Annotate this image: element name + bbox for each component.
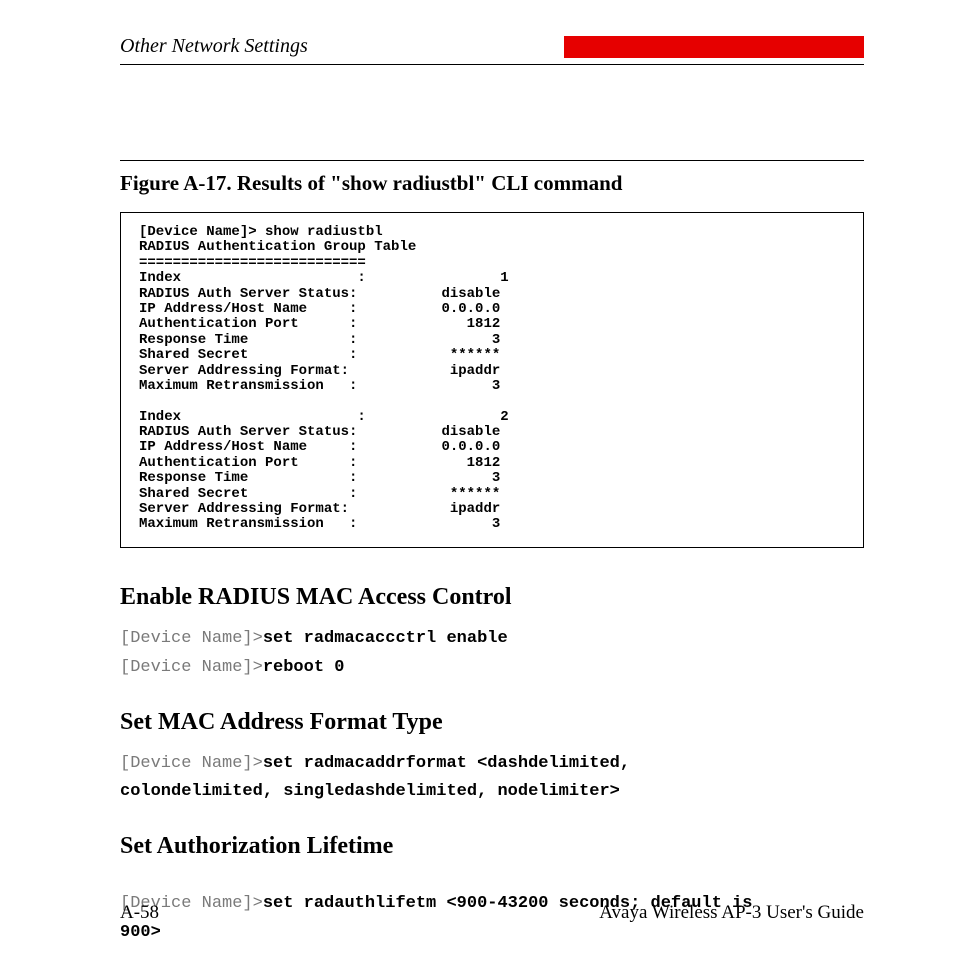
cli-prompt: [Device Name]> [120,754,263,773]
section-heading-auth-lifetime: Set Authorization Lifetime [120,833,864,860]
page-header: Other Network Settings [120,35,864,58]
cli-prompt: [Device Name]> [120,658,263,677]
cli-output-box: [Device Name]> show radiustbl RADIUS Aut… [120,212,864,548]
page-number: A-58 [120,902,159,924]
cli-command-cont: colondelimited, singledashdelimited, nod… [120,782,620,801]
cli-command: set radmacaccctrl enable [263,629,508,648]
cli-example-block: [Device Name]>set radmacaddrformat <dash… [120,750,864,808]
figure-caption: Figure A-17. Results of "show radiustbl"… [120,171,864,196]
section-heading-mac-format: Set MAC Address Format Type [120,709,864,736]
cli-command: set radmacaddrformat <dashdelimited, [263,754,630,773]
section-heading-radius-mac: Enable RADIUS MAC Access Control [120,584,864,611]
header-accent-bar [564,36,864,58]
doc-title-footer: Avaya Wireless AP-3 User's Guide [599,902,864,924]
cli-example-block: [Device Name]>set radmacaccctrl enable [… [120,625,864,683]
page: Other Network Settings Figure A-17. Resu… [0,0,954,948]
cli-command: reboot 0 [263,658,345,677]
page-footer: A-58 Avaya Wireless AP-3 User's Guide [120,902,864,924]
running-head: Other Network Settings [120,35,308,58]
figure-divider [120,160,864,161]
cli-prompt: [Device Name]> [120,629,263,648]
cli-output-text: [Device Name]> show radiustbl RADIUS Aut… [139,225,845,533]
cli-command-cont: 900> [120,923,161,942]
